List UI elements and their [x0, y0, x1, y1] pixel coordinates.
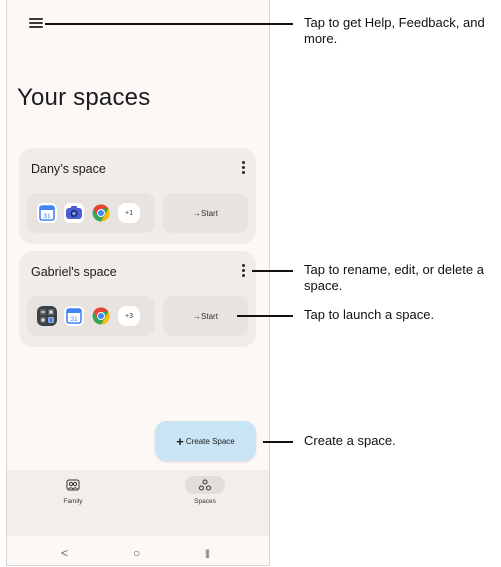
more-apps-badge: +3 [118, 306, 140, 326]
spaces-icon [199, 479, 211, 491]
callout-start-text: Tap to launch a space. [304, 307, 435, 322]
calendar-app-icon[interactable]: 31 [37, 203, 57, 223]
space-card-dany[interactable]: Dany’s space 31 +1 →Start [19, 148, 256, 244]
nav-item-spaces[interactable]: Spaces [175, 476, 235, 505]
create-space-label: Create Space [185, 436, 235, 446]
camera-app-icon[interactable] [64, 203, 84, 223]
calendar-day: 31 [43, 213, 51, 220]
bottom-navigation: Family Spaces [7, 470, 269, 536]
callout-line-menu [45, 23, 293, 25]
page-title: Your spaces [17, 84, 151, 111]
create-space-button[interactable]: + Create Space [155, 421, 256, 461]
plus-icon: + [176, 433, 184, 449]
space-name: Gabriel's space [31, 265, 117, 279]
nav-label-family: Family [63, 498, 83, 505]
home-icon[interactable]: ○ [133, 546, 140, 560]
menu-icon[interactable] [29, 18, 43, 30]
calculator-app-icon[interactable] [37, 306, 57, 326]
start-button[interactable]: →Start [163, 193, 248, 233]
start-button[interactable]: →Start [163, 296, 248, 336]
callout-menu-text: Tap to get Help, Feedback, and more. [304, 15, 485, 46]
chrome-app-icon[interactable] [91, 306, 111, 326]
back-icon[interactable]: < [61, 546, 68, 560]
system-navigation-bar: < ○ ||| [7, 540, 269, 566]
callout-kebab-text: Tap to rename, edit, or delete a space. [304, 262, 484, 293]
space-apps: 31 +1 [27, 193, 155, 233]
callout-create-text: Create a space. [304, 433, 396, 448]
callout-line-create [263, 441, 293, 443]
chrome-app-icon[interactable] [91, 203, 111, 223]
space-apps: 31 +3 [27, 296, 155, 336]
callout-line-kebab [252, 270, 293, 272]
space-card-gabriel[interactable]: Gabriel's space 31 +3 →Start [19, 251, 256, 347]
more-options-icon[interactable] [238, 262, 248, 278]
more-options-icon[interactable] [238, 159, 248, 175]
family-icon [66, 479, 80, 491]
calendar-day: 31 [70, 316, 78, 323]
callout-line-start [237, 315, 293, 317]
nav-label-spaces: Spaces [194, 498, 216, 505]
phone-screen: Your spaces Dany’s space 31 +1 →Start Ga… [6, 0, 270, 566]
more-apps-badge: +1 [118, 203, 140, 223]
nav-item-family[interactable]: Family [43, 476, 103, 505]
space-name: Dany’s space [31, 162, 106, 176]
recents-icon[interactable]: ||| [205, 548, 210, 558]
calendar-app-icon[interactable]: 31 [64, 306, 84, 326]
